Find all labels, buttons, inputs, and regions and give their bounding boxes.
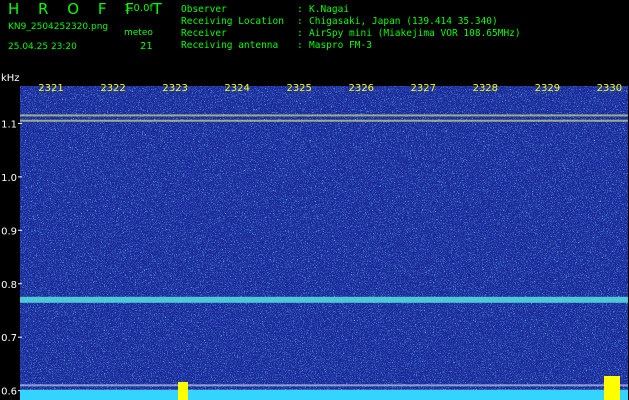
filename-label: KN9_2504252320.png — [8, 22, 109, 32]
antenna-label: Receiving antenna — [181, 40, 279, 51]
y-tick-label: 0.8 — [1, 280, 17, 291]
meteo-count: 21 — [140, 41, 153, 52]
antenna-value: Maspro FM-3 — [309, 40, 372, 51]
spectral-line-0 — [20, 114, 628, 117]
time-tick-label: 2330 — [597, 83, 622, 94]
y-tick-label: 1.0 — [1, 173, 17, 184]
receiver-label: Receiver — [181, 28, 227, 39]
observer-label: Observer — [181, 4, 227, 15]
bottom-signal-bar-highlight-right — [604, 376, 620, 400]
meteo-label: meteo — [124, 28, 153, 38]
y-tick-label: 0.9 — [1, 226, 17, 237]
y-tick-label: 1.1 — [1, 119, 17, 130]
bottom-signal-bar — [20, 390, 628, 400]
observer-colon: : — [297, 4, 303, 15]
spectrogram-noise-bright — [20, 86, 628, 396]
receiver-value: AirSpy mini (Miakejima VOR 108.65MHz) — [309, 28, 521, 39]
time-tick-label: 2321 — [38, 83, 63, 94]
location-colon: : — [297, 16, 303, 27]
spectral-line-2 — [20, 296, 628, 303]
timestamp-label: 25.04.25 23:20 — [8, 42, 77, 52]
time-tick-label: 2325 — [286, 83, 311, 94]
version-label: 1.0.0f — [124, 3, 153, 14]
time-tick-label: 2324 — [224, 83, 249, 94]
location-value: Chigasaki, Japan (139.414 35.340) — [309, 16, 498, 27]
y-tick-label: 0.7 — [1, 333, 17, 344]
antenna-colon: : — [297, 40, 303, 51]
time-tick-label: 2329 — [535, 83, 560, 94]
y-tick-label: 0.6 — [1, 387, 17, 398]
header-panel: H R O F F T 1.0.0f KN9_2504252320.png me… — [0, 0, 629, 76]
observer-value: K.Nagai — [309, 4, 350, 15]
receiver-colon: : — [297, 28, 303, 39]
time-tick-label: 2323 — [162, 83, 187, 94]
bottom-signal-bar-highlight — [178, 382, 188, 400]
spectrogram-chart: 1.1 1.0 0.9 0.8 0.7 0.6 2321 2322 2323 2324 2325 2… — [1, 83, 628, 400]
time-tick-label: 2326 — [348, 83, 373, 94]
location-label: Receiving Location — [181, 16, 284, 27]
spectral-line-3 — [20, 384, 628, 387]
time-tick-label: 2322 — [100, 83, 125, 94]
time-tick-label: 2327 — [411, 83, 436, 94]
spectral-line-1 — [20, 119, 628, 122]
time-tick-label: 2328 — [473, 83, 498, 94]
